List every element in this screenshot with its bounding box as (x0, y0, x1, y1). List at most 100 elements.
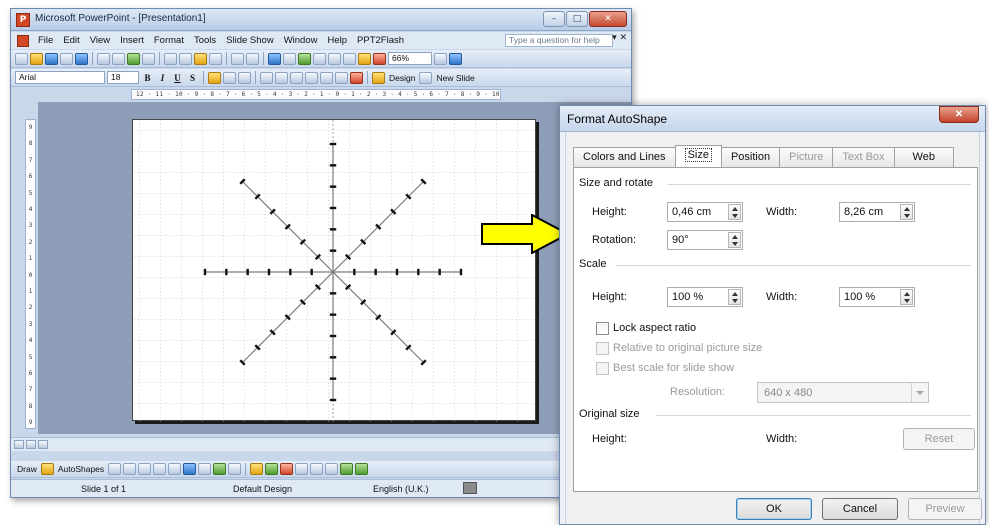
align-left-icon[interactable] (208, 71, 221, 84)
insert-chart-icon[interactable] (268, 52, 281, 65)
show-grid-icon[interactable] (358, 52, 371, 65)
open-icon[interactable] (30, 52, 43, 65)
minimize-button[interactable]: – (543, 11, 565, 27)
increase-indent-icon[interactable] (335, 71, 348, 84)
tab-size[interactable]: Size (674, 145, 722, 167)
insert-table-icon[interactable] (283, 52, 296, 65)
picture-icon[interactable] (228, 463, 242, 475)
document-icon[interactable] (17, 34, 29, 47)
menu-ppt2flash[interactable]: PPT2Flash (352, 35, 409, 46)
redo-icon[interactable] (246, 52, 259, 65)
slide[interactable] (132, 119, 537, 422)
slide-show-icon[interactable] (38, 440, 48, 449)
numbering-icon[interactable] (260, 71, 273, 84)
menu-window[interactable]: Window (279, 35, 323, 46)
tables-borders-icon[interactable] (298, 52, 311, 65)
normal-view-icon[interactable] (14, 440, 24, 449)
print-icon[interactable] (97, 52, 110, 65)
permission-icon[interactable] (60, 52, 73, 65)
clip-art-icon[interactable] (213, 463, 227, 475)
spelling-icon[interactable] (127, 52, 140, 65)
center-icon[interactable] (223, 71, 236, 84)
design-icon[interactable] (372, 71, 385, 84)
menu-format[interactable]: Format (149, 35, 189, 46)
spelling-status-icon[interactable] (463, 482, 477, 494)
show-formatting-icon[interactable] (343, 52, 356, 65)
spinner-arrows-icon[interactable] (728, 204, 741, 220)
spinner-arrows-icon[interactable] (728, 289, 741, 305)
insert-hyperlink-icon[interactable] (313, 52, 326, 65)
arrow-style-icon[interactable] (325, 463, 339, 475)
font-name-combo[interactable]: Arial (15, 71, 105, 84)
decrease-font-icon[interactable] (305, 71, 318, 84)
line-icon[interactable] (108, 463, 122, 475)
copy-icon[interactable] (179, 52, 192, 65)
underline-button[interactable]: U (171, 73, 184, 83)
spinner-arrows-icon[interactable] (728, 232, 741, 248)
shadow-button[interactable]: S (186, 73, 199, 83)
menu-edit[interactable]: Edit (58, 35, 84, 46)
bullets-icon[interactable] (275, 71, 288, 84)
cancel-button[interactable]: Cancel (822, 498, 898, 520)
rotation-spinner[interactable]: 90° (667, 230, 743, 250)
tab-position[interactable]: Position (720, 147, 781, 167)
increase-font-icon[interactable] (290, 71, 303, 84)
width-spinner[interactable]: 8,26 cm (839, 202, 915, 222)
menu-slide-show[interactable]: Slide Show (221, 35, 279, 46)
zoom-combo[interactable]: 66% (388, 52, 432, 65)
print-preview-icon[interactable] (112, 52, 125, 65)
autoshapes-menu-button[interactable]: AutoShapes (56, 464, 106, 474)
select-objects-icon[interactable] (40, 463, 54, 475)
research-icon[interactable] (142, 52, 155, 65)
new-icon[interactable] (15, 52, 28, 65)
italic-button[interactable]: I (156, 73, 169, 83)
rectangle-icon[interactable] (138, 463, 152, 475)
scale-width-spinner[interactable]: 100 % (839, 287, 915, 307)
ok-button[interactable]: OK (736, 498, 812, 520)
decrease-indent-icon[interactable] (320, 71, 333, 84)
font-color-icon[interactable] (350, 71, 363, 84)
star-lines-group[interactable] (203, 142, 463, 402)
menu-tools[interactable]: Tools (189, 35, 221, 46)
draw-menu-button[interactable]: Draw (15, 464, 39, 474)
design-button[interactable]: Design (387, 73, 417, 83)
height-spinner[interactable]: 0,46 cm (667, 202, 743, 222)
oval-icon[interactable] (153, 463, 167, 475)
fill-color-icon[interactable] (250, 463, 264, 475)
spinner-arrows-icon[interactable] (900, 289, 913, 305)
tab-colors-and-lines[interactable]: Colors and Lines (573, 147, 676, 167)
wordart-icon[interactable] (183, 463, 197, 475)
menu-insert[interactable]: Insert (115, 35, 149, 46)
new-slide-icon[interactable] (419, 71, 433, 84)
spinner-arrows-icon[interactable] (900, 204, 913, 220)
undo-icon[interactable] (231, 52, 244, 65)
expand-all-icon[interactable] (328, 52, 341, 65)
close-document-icon[interactable]: ▾ ✕ (612, 33, 627, 43)
lock-aspect-checkbox[interactable] (596, 322, 609, 335)
shadow-style-icon[interactable] (340, 463, 354, 475)
chevron-down-icon[interactable] (434, 52, 447, 65)
dialog-close-button[interactable]: ✕ (939, 106, 979, 123)
menu-view[interactable]: View (85, 35, 115, 46)
text-box-icon[interactable] (168, 463, 182, 475)
font-size-combo[interactable]: 18 (107, 71, 139, 84)
diagram-icon[interactable] (198, 463, 212, 475)
line-style-icon[interactable] (295, 463, 309, 475)
menu-file[interactable]: File (33, 35, 58, 46)
bold-button[interactable]: B (141, 73, 154, 83)
align-right-icon[interactable] (238, 71, 251, 84)
slide-sorter-icon[interactable] (26, 440, 36, 449)
arrow-icon[interactable] (123, 463, 137, 475)
line-color-icon[interactable] (265, 463, 279, 475)
format-painter-icon[interactable] (209, 52, 222, 65)
save-icon[interactable] (45, 52, 58, 65)
color-grayscale-icon[interactable] (373, 52, 386, 65)
help-search-input[interactable]: Type a question for help (505, 34, 613, 47)
font-color-draw-icon[interactable] (280, 463, 294, 475)
menu-help[interactable]: Help (322, 35, 352, 46)
scale-height-spinner[interactable]: 100 % (667, 287, 743, 307)
new-slide-button[interactable]: New Slide (434, 73, 476, 83)
close-window-button[interactable]: ✕ (589, 11, 627, 27)
3d-style-icon[interactable] (355, 463, 369, 475)
tab-web[interactable]: Web (893, 147, 954, 167)
